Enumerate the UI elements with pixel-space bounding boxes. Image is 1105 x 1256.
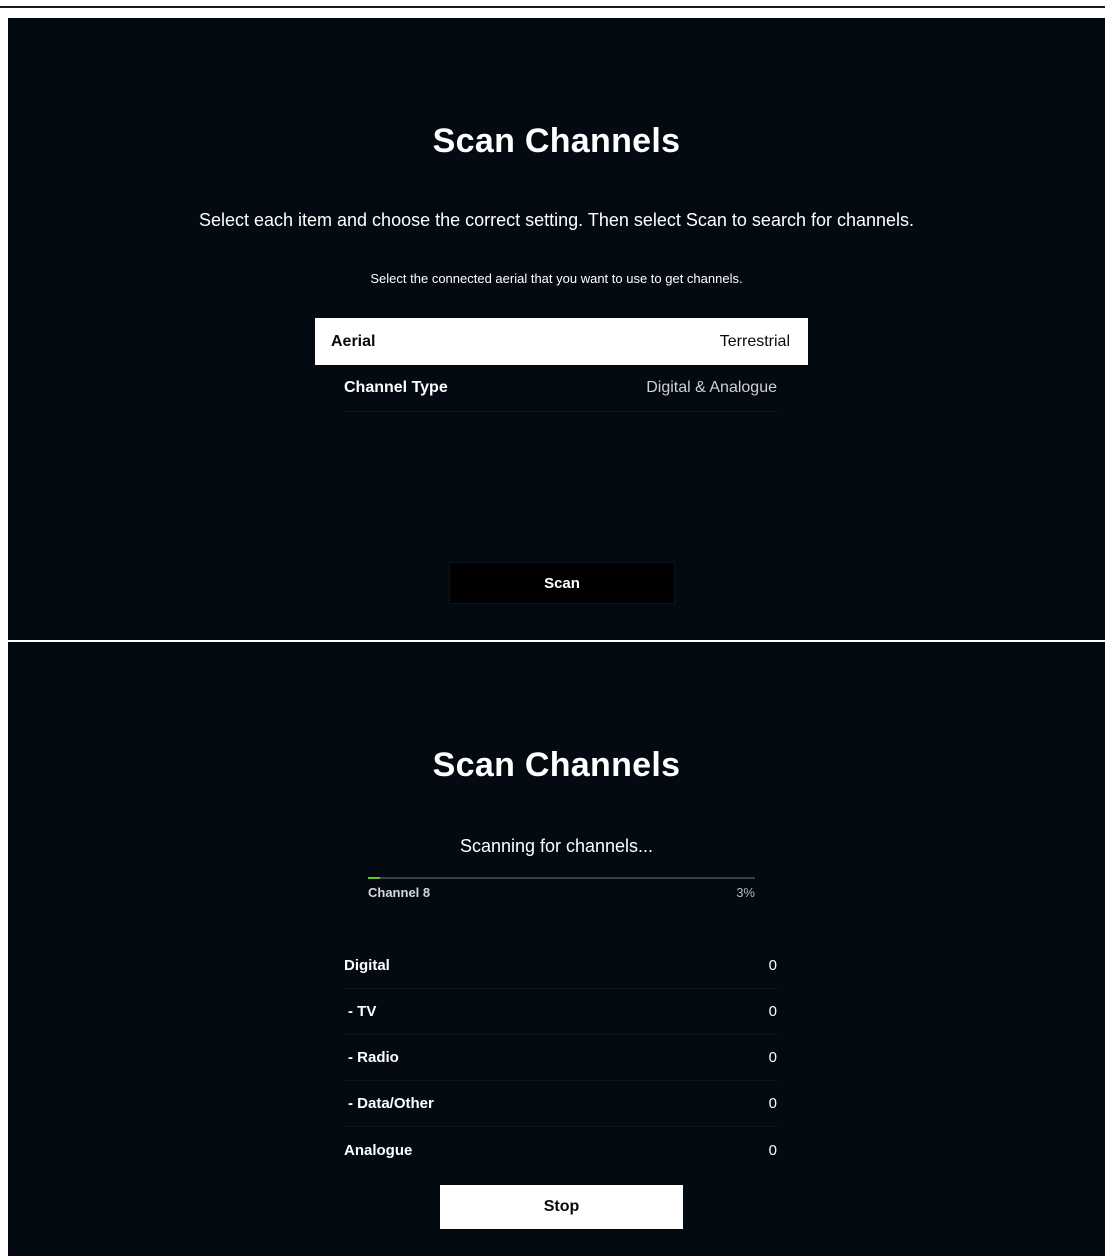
count-row-tv: - TV 0 (344, 989, 777, 1035)
setting-channel-type[interactable]: Channel Type Digital & Analogue (344, 365, 777, 412)
count-row-data-other: - Data/Other 0 (344, 1081, 777, 1127)
current-channel-label: Channel 8 (368, 885, 431, 900)
scanning-screen: Scan Channels Scanning for channels... C… (8, 642, 1105, 1256)
count-value: 0 (768, 1095, 777, 1112)
count-value: 0 (768, 1141, 777, 1159)
count-label: - TV (348, 1003, 377, 1020)
instructions-text: Select each item and choose the correct … (198, 210, 915, 230)
count-label: - Radio (348, 1049, 399, 1066)
progress-percent-label: 3% (736, 885, 755, 900)
aerial-hint-text: Select the connected aerial that you wan… (370, 271, 743, 286)
scan-status-text: Scanning for channels... (459, 836, 654, 856)
count-row-digital: Digital 0 (344, 943, 777, 989)
setting-aerial-value: Terrestrial (719, 332, 790, 350)
count-row-analogue: Analogue 0 (344, 1127, 777, 1173)
setting-channel-type-value: Digital & Analogue (646, 379, 777, 396)
scan-progress-bar (368, 877, 755, 879)
setting-aerial[interactable]: Aerial Terrestrial (315, 318, 808, 365)
count-row-radio: - Radio 0 (344, 1035, 777, 1081)
count-label: Analogue (344, 1141, 413, 1159)
count-label: Digital (344, 957, 390, 974)
count-value: 0 (768, 957, 777, 974)
stop-button[interactable]: Stop (440, 1185, 683, 1229)
count-value: 0 (768, 1003, 777, 1020)
scan-button[interactable]: Scan (449, 562, 675, 604)
count-label: - Data/Other (348, 1095, 434, 1112)
top-divider (0, 6, 1105, 8)
page-title: Scan Channels (432, 746, 681, 784)
setting-aerial-label: Aerial (331, 332, 376, 350)
scan-setup-screen: Scan Channels Select each item and choos… (8, 18, 1105, 640)
count-value: 0 (768, 1049, 777, 1066)
scan-progress-fill (368, 877, 380, 879)
page-title: Scan Channels (432, 122, 681, 160)
setting-channel-type-label: Channel Type (344, 379, 448, 396)
